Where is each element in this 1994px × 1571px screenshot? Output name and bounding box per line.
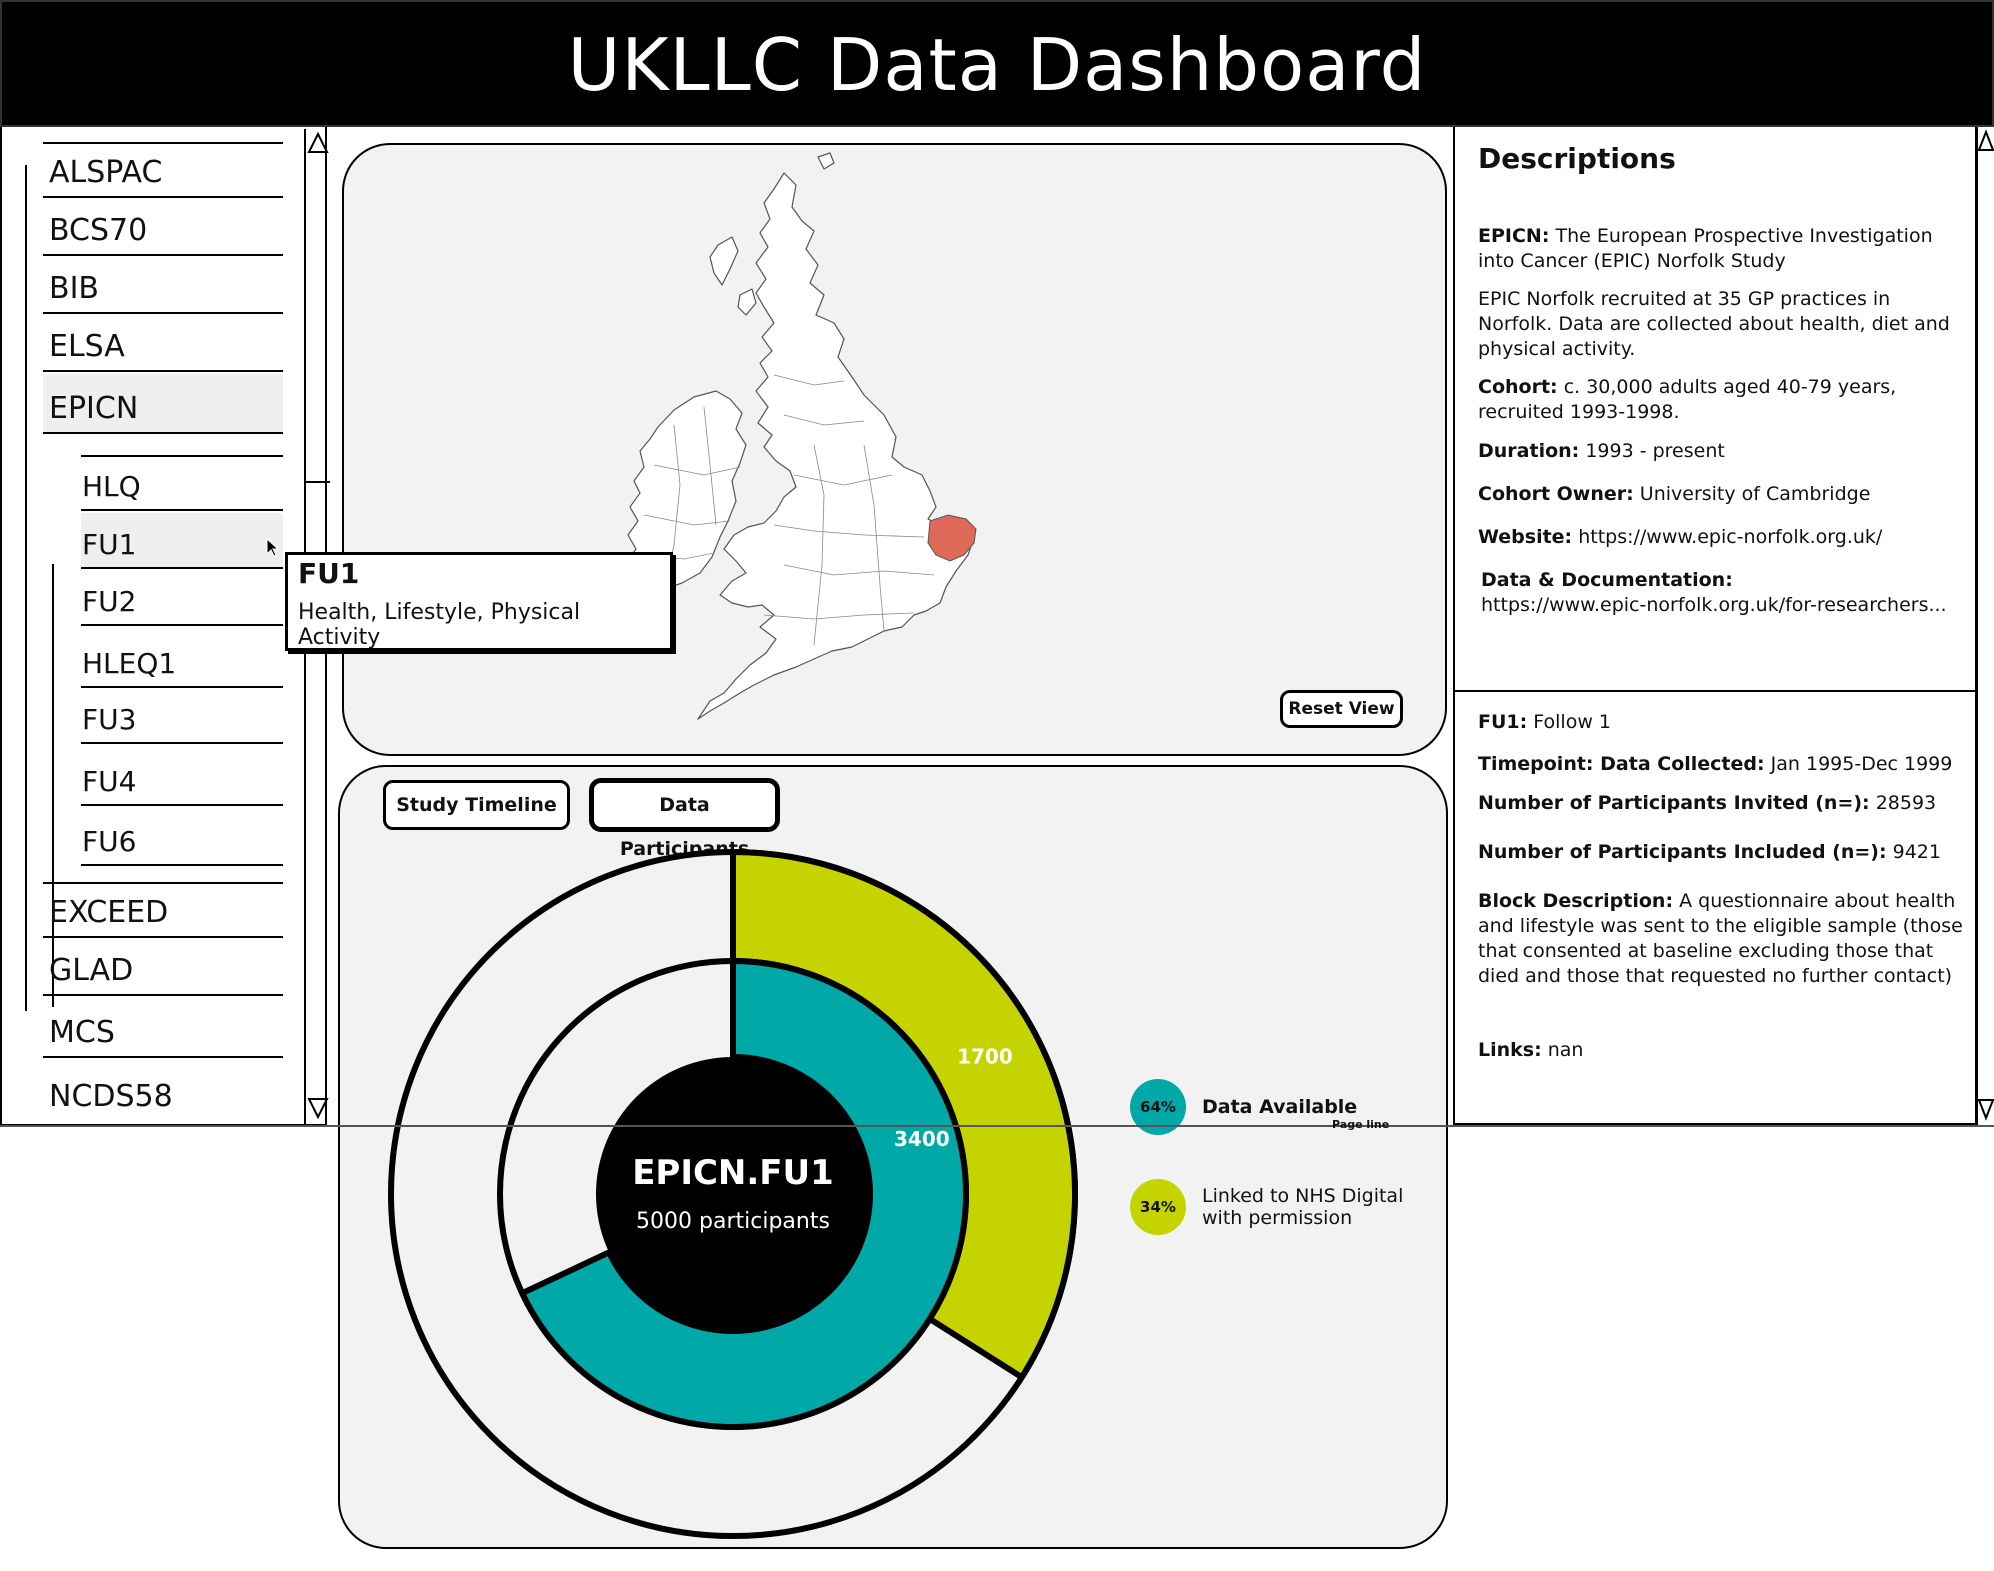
participants-donut-chart: 1700 3400 EPICN.FU1 5000 participants: [388, 849, 1078, 1539]
docs-info: Data & Documentation: https://www.epic-no…: [1481, 569, 1947, 616]
tree-line: [25, 165, 27, 1011]
sub-item-fu6[interactable]: FU6: [81, 810, 283, 866]
mouse-cursor-icon: [266, 538, 280, 557]
block-links: Links: nan: [1478, 1039, 1584, 1061]
tooltip-title: FU1: [298, 557, 360, 590]
reset-view-button[interactable]: Reset View: [1280, 690, 1403, 728]
cohort-info: Cohort: c. 30,000 adults aged 40-79 year…: [1478, 376, 1897, 423]
map-region-hebrides: [709, 236, 739, 286]
descriptions-heading: Descriptions: [1478, 142, 1676, 175]
map-region-orkney: [817, 152, 835, 170]
page-line: [0, 1125, 1994, 1127]
legend-label-nhs-linked: Linked to NHS Digital with permission: [1202, 1185, 1404, 1229]
block-fu-info: FU1: Follow 1: [1478, 711, 1612, 733]
sub-item-fu4[interactable]: FU4: [81, 750, 283, 806]
study-item-elsa[interactable]: ELSA: [43, 316, 283, 372]
study-item-bcs70[interactable]: BCS70: [43, 200, 283, 256]
sub-item-fu2[interactable]: FU2: [81, 570, 283, 626]
tooltip-text: Health, Lifestyle, Physical Activity: [298, 600, 581, 650]
website-link[interactable]: https://www.epic-norfolk.org.uk/: [1578, 526, 1882, 548]
descriptions-scrollbar[interactable]: [1976, 127, 1994, 1125]
scroll-down-icon[interactable]: [306, 1096, 330, 1120]
study-item-exceed[interactable]: EXCEED: [43, 882, 283, 938]
scroll-thumb[interactable]: [306, 481, 330, 483]
map-region-skye: [737, 288, 757, 316]
legend-label-data-available: Data Available: [1202, 1096, 1358, 1118]
study-item-alspac[interactable]: ALSPAC: [43, 142, 283, 198]
scroll-down-icon[interactable]: [1978, 1097, 1994, 1121]
block-description: Block Description: A questionnaire about…: [1478, 890, 1963, 987]
app-header: UKLLC Data Dashboard: [0, 0, 1994, 127]
legend-item-nhs-linked: 34% Linked to NHS Digital with permissio…: [1130, 1179, 1422, 1235]
sub-item-hlq[interactable]: HLQ: [81, 455, 283, 511]
owner-info: Cohort Owner: University of Cambridge: [1478, 483, 1871, 505]
center-subtitle: 5000 participants: [636, 1209, 830, 1234]
scroll-up-icon[interactable]: [306, 131, 330, 155]
center-title: EPICN.FU1: [632, 1153, 834, 1193]
page-line-label: Page line: [1332, 1118, 1390, 1131]
study-name: EPICN: The European Prospective Investig…: [1478, 225, 1933, 272]
chart-panel: Study Timeline Data Participants 1700 340…: [338, 765, 1448, 1549]
block-included: Number of Participants Included (n=): 94…: [1478, 841, 1941, 863]
inner-segment-label: 3400: [894, 1127, 950, 1151]
study-item-epicn[interactable]: EPICN: [43, 374, 283, 434]
map-panel: Reset View: [342, 143, 1447, 756]
legend-dot-nhs-linked: 34%: [1130, 1179, 1186, 1235]
study-summary: EPIC Norfolk recruited at 35 GP practice…: [1478, 288, 1950, 360]
sub-item-fu1[interactable]: FU1: [81, 513, 283, 569]
descriptions-panel: Descriptions EPICN: The European Prospec…: [1453, 127, 1977, 1125]
scroll-up-icon[interactable]: [1978, 129, 1994, 153]
sub-item-tooltip: FU1 Health, Lifestyle, Physical Activity: [285, 552, 673, 651]
study-item-ncds58[interactable]: NCDS58: [43, 1064, 283, 1120]
uk-map[interactable]: [344, 145, 1447, 756]
study-item-mcs[interactable]: MCS: [43, 1002, 283, 1058]
panel-divider: [1455, 690, 1977, 692]
duration-info: Duration: 1993 - present: [1478, 440, 1725, 462]
sub-item-fu3[interactable]: FU3: [81, 688, 283, 744]
study-item-bib[interactable]: BIB: [43, 258, 283, 314]
app-title: UKLLC Data Dashboard: [567, 23, 1427, 107]
donut-center: [596, 1057, 870, 1331]
docs-link[interactable]: https://www.epic-norfolk.org.uk/for-rese…: [1481, 594, 1947, 616]
study-item-glad[interactable]: GLAD: [43, 940, 283, 996]
sub-item-hleq1[interactable]: HLEQ1: [81, 632, 283, 688]
outer-segment-label: 1700: [957, 1044, 1013, 1068]
website-info: Website: https://www.epic-norfolk.org.uk…: [1478, 526, 1883, 548]
block-invited: Number of Participants Invited (n=): 285…: [1478, 792, 1937, 814]
block-timepoint: Timepoint: Data Collected: Jan 1995-Dec …: [1478, 753, 1953, 775]
study-list-panel: ALSPAC BCS70 BIB ELSA EPICN HLQ FU1 FU2 …: [0, 127, 330, 1126]
